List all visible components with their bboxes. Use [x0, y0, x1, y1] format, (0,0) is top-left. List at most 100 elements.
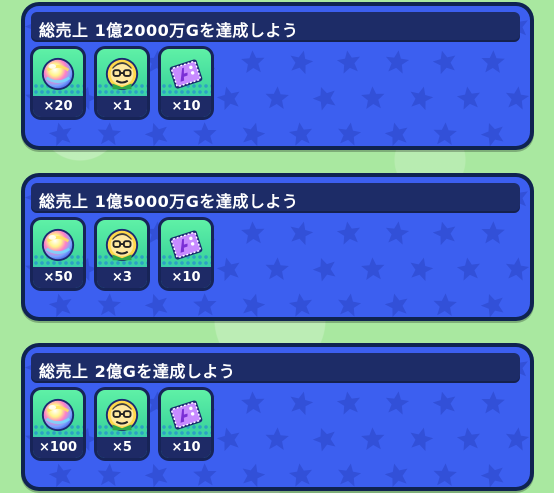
star-decoration — [142, 290, 172, 317]
star-decoration — [46, 460, 75, 487]
star-decoration — [407, 254, 436, 283]
star-decoration — [503, 255, 530, 282]
reward-item[interactable]: ×100 — [30, 387, 86, 461]
star-decoration — [383, 219, 411, 246]
mission-card-body: 総売上 1億5000万Gを達成しよう ×50 ×3 ×10 — [25, 177, 530, 317]
mission-title: 総売上 1億5000万Gを達成しよう — [39, 192, 299, 211]
star-decoration — [287, 461, 315, 487]
rainbow-orb-icon — [39, 396, 77, 434]
reward-item[interactable]: ×20 — [30, 46, 86, 120]
star-decoration — [214, 424, 243, 453]
star-decoration — [455, 425, 483, 452]
reward-face: ×10 — [161, 390, 211, 458]
star-decoration — [335, 120, 363, 146]
reward-item[interactable]: ×5 — [94, 387, 150, 461]
purple-ticket-icon — [167, 226, 205, 264]
star-decoration — [96, 292, 122, 317]
star-decoration — [382, 460, 411, 487]
reward-face: ×3 — [97, 220, 147, 288]
star-decoration — [407, 83, 436, 112]
star-decoration — [455, 255, 483, 282]
star-decoration — [480, 390, 506, 415]
star-decoration — [480, 220, 506, 245]
mission-card-body: 総売上 2億Gを達成しよう ×100 ×5 ×10 — [25, 347, 530, 487]
star-decoration — [46, 119, 75, 146]
star-decoration — [240, 220, 266, 245]
reward-face: ×1 — [97, 49, 147, 117]
reward-face: ×50 — [33, 220, 83, 288]
star-decoration — [287, 291, 315, 317]
star-decoration — [526, 388, 530, 417]
star-decoration — [96, 462, 122, 487]
reward-count: ×10 — [161, 437, 211, 458]
star-decoration — [528, 121, 530, 146]
star-decoration — [528, 292, 530, 317]
star-decoration — [238, 460, 268, 487]
mission-title: 総売上 2億Gを達成しよう — [39, 362, 236, 381]
purple-ticket-icon — [167, 396, 205, 434]
star-decoration — [287, 388, 316, 417]
star-decoration — [503, 425, 530, 452]
mission-title-bar: 総売上 2億Gを達成しよう — [31, 353, 520, 383]
reward-item[interactable]: ×50 — [30, 217, 86, 291]
star-decoration — [526, 47, 530, 76]
reward-count: ×20 — [33, 96, 83, 117]
rainbow-orb-icon — [39, 55, 77, 93]
character-face-icon — [103, 55, 141, 93]
reward-item[interactable]: ×1 — [94, 46, 150, 120]
star-decoration — [478, 460, 508, 487]
star-decoration — [264, 256, 290, 281]
star-decoration — [382, 290, 411, 317]
star-decoration — [287, 47, 316, 76]
reward-face: ×10 — [161, 49, 211, 117]
star-decoration — [430, 218, 460, 247]
reward-count: ×50 — [33, 267, 83, 288]
star-decoration — [455, 84, 483, 111]
mission-card-3: 総売上 2億Gを達成しよう ×100 ×5 ×10 — [21, 343, 534, 491]
star-decoration — [480, 49, 506, 74]
star-decoration — [407, 424, 436, 453]
reward-count: ×1 — [97, 96, 147, 117]
reward-item[interactable]: ×10 — [158, 46, 214, 120]
reward-face: ×100 — [33, 390, 83, 458]
star-decoration — [240, 49, 266, 74]
mission-title-bar: 総売上 1億2000万Gを達成しよう — [31, 12, 520, 42]
star-decoration — [310, 83, 340, 113]
mission-card-body: 総売上 1億2000万Gを達成しよう ×20 ×1 ×10 — [25, 6, 530, 146]
reward-item[interactable]: ×10 — [158, 387, 214, 461]
star-decoration — [142, 460, 172, 487]
star-decoration — [310, 254, 340, 284]
star-decoration — [383, 389, 411, 416]
star-decoration — [432, 121, 458, 146]
reward-item[interactable]: ×3 — [94, 217, 150, 291]
reward-face: ×5 — [97, 390, 147, 458]
star-decoration — [287, 218, 316, 247]
star-decoration — [360, 256, 386, 281]
star-decoration — [192, 462, 218, 487]
star-decoration — [478, 119, 508, 146]
star-decoration — [214, 83, 243, 112]
star-decoration — [335, 48, 363, 75]
reward-item[interactable]: ×10 — [158, 217, 214, 291]
reward-face: ×20 — [33, 49, 83, 117]
star-decoration — [192, 121, 218, 146]
star-decoration — [214, 254, 243, 283]
reward-count: ×100 — [33, 437, 83, 458]
star-decoration — [432, 462, 458, 487]
star-decoration — [46, 290, 75, 317]
star-decoration — [264, 85, 290, 110]
star-decoration — [382, 119, 411, 146]
character-face-icon — [103, 396, 141, 434]
star-decoration — [360, 85, 386, 110]
purple-ticket-icon — [167, 55, 205, 93]
star-decoration — [335, 219, 363, 246]
star-decoration — [310, 424, 340, 454]
star-decoration — [142, 119, 172, 146]
reward-count: ×5 — [97, 437, 147, 458]
star-decoration — [503, 84, 530, 111]
star-decoration — [383, 48, 411, 75]
star-decoration — [430, 388, 460, 417]
star-decoration — [335, 461, 363, 487]
reward-count: ×10 — [161, 267, 211, 288]
star-decoration — [287, 120, 315, 146]
